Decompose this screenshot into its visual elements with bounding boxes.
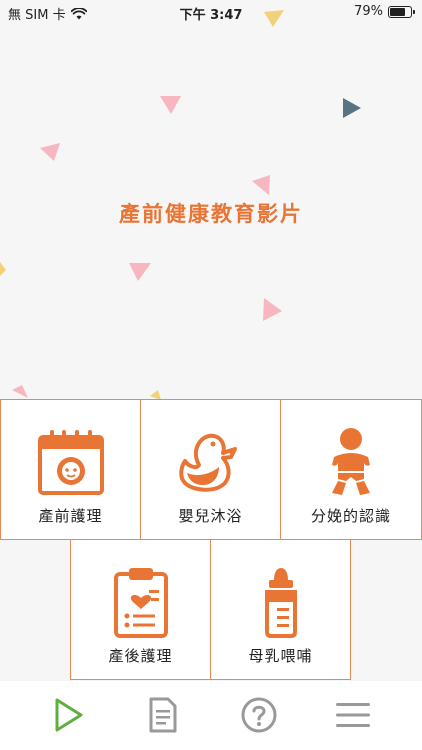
tile-label: 母乳喂哺 <box>248 647 313 665</box>
tile-label: 產後護理 <box>108 647 173 665</box>
baby-bottle-icon <box>264 568 297 638</box>
document-icon <box>149 697 177 733</box>
bottom-tab-bar <box>0 681 422 750</box>
tile-label: 嬰兒沐浴 <box>178 507 243 525</box>
confetti-triangle <box>160 96 181 114</box>
tile-postnatal-care[interactable]: 產後護理 <box>70 539 211 680</box>
baby-icon <box>332 428 370 495</box>
tab-documents[interactable] <box>141 695 185 735</box>
tile-label: 分娩的認識 <box>310 507 391 525</box>
tile-childbirth-knowledge[interactable]: 分娩的認識 <box>280 399 422 540</box>
confetti-triangle <box>129 263 151 281</box>
clipboard-heart-icon <box>113 568 168 638</box>
tab-help[interactable] <box>237 695 281 735</box>
tile-prenatal-care[interactable]: 產前護理 <box>0 399 141 540</box>
confetti-triangle <box>0 262 6 276</box>
confetti-triangle <box>264 10 284 27</box>
confetti-triangle <box>252 175 270 195</box>
confetti-triangle <box>40 143 60 161</box>
confetti-triangle <box>12 385 28 398</box>
help-icon <box>241 697 277 733</box>
page-title: 產前健康教育影片 <box>119 202 303 226</box>
tab-play[interactable] <box>47 695 91 735</box>
confetti-triangle <box>263 298 282 321</box>
tile-breastfeeding[interactable]: 母乳喂哺 <box>210 539 351 680</box>
tile-label: 產前護理 <box>38 507 103 525</box>
tile-baby-bath[interactable]: 嬰兒沐浴 <box>140 399 281 540</box>
calendar-baby-icon <box>37 430 104 495</box>
tab-menu[interactable] <box>331 695 375 735</box>
play-icon <box>55 698 83 732</box>
rubber-duck-icon <box>178 433 237 492</box>
menu-icon <box>336 703 370 727</box>
confetti-triangle <box>343 98 361 118</box>
category-grid: 產前護理 嬰兒沐浴 分娩的認識 產後護理 母乳喂哺 <box>0 399 422 681</box>
